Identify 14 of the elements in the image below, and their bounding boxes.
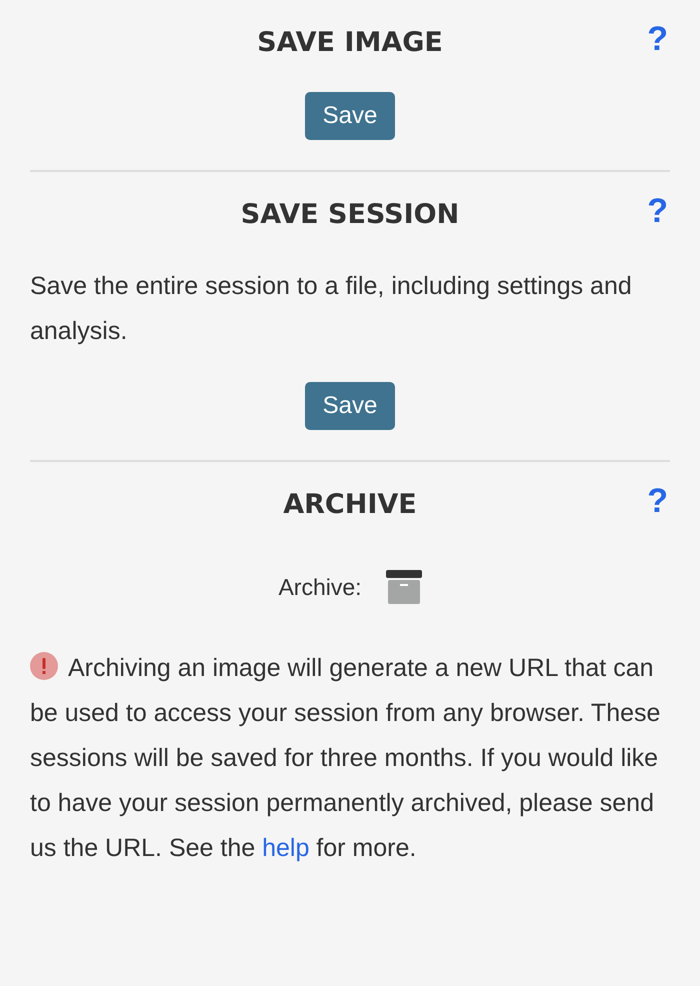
section-title: SAVE IMAGE [257,26,443,58]
help-text-link[interactable]: help [262,834,310,862]
help-link[interactable]: ? [647,482,668,521]
archive-note: Archiving an image will generate a new URL that can be used to access your session from any browser. These sessions will be saved for three months. If you would like to have your session permanently archived, please send us the URL. See the help for more. [30,651,662,864]
section-title: ARCHIVE [283,488,417,520]
warning-icon [30,652,58,680]
help-link[interactable]: ? [647,192,668,231]
archive-box-icon[interactable] [386,570,422,604]
archive-label: Archive: [278,574,362,600]
description-text: Save the entire session to a file, including settings and analysis. [30,271,633,347]
help-link[interactable]: ? [647,20,668,59]
save-button[interactable]: Save [304,92,396,140]
save-button[interactable]: Save [304,382,396,430]
section-title: SAVE SESSION [240,198,460,230]
